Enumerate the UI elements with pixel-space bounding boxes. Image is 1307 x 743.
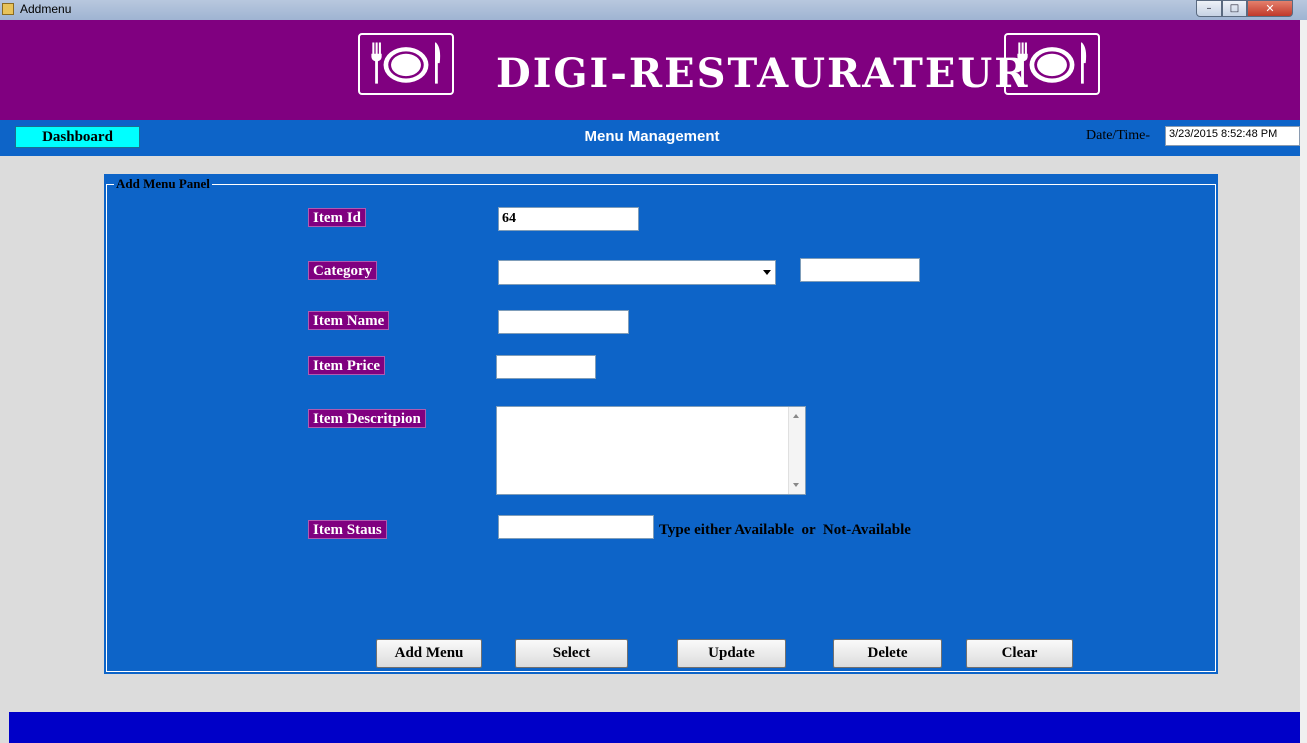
app-icon <box>2 3 14 15</box>
dashboard-button[interactable]: Dashboard <box>15 126 140 148</box>
select-button[interactable]: Select <box>515 639 628 668</box>
item-price-input[interactable] <box>496 355 596 379</box>
category-select[interactable] <box>498 260 776 285</box>
chevron-down-icon[interactable] <box>763 270 771 275</box>
add-menu-button[interactable]: Add Menu <box>376 639 482 668</box>
item-status-label: Item Staus <box>308 520 387 539</box>
scroll-down-icon[interactable] <box>793 483 799 487</box>
item-status-hint: Type either Available or Not-Available <box>659 522 911 538</box>
footer-bar <box>9 712 1300 743</box>
datetime-field[interactable]: 3/23/2015 8:52:48 PM <box>1165 126 1300 146</box>
plate-fork-knife-icon <box>358 33 454 95</box>
datetime-label: Date/Time- <box>1086 128 1151 143</box>
textarea-scrollbar[interactable] <box>788 407 805 494</box>
item-id-input[interactable]: 64 <box>498 207 639 231</box>
item-description-textarea[interactable] <box>496 406 806 495</box>
minimize-button[interactable]: – <box>1196 0 1222 17</box>
item-status-input[interactable] <box>498 515 654 539</box>
window-controls: – □ ✕ <box>1196 0 1293 17</box>
window-titlebar: Addmenu – □ ✕ <box>0 0 1307 20</box>
brand-title: DIGI-RESTAURATEUR <box>496 50 1030 97</box>
update-button[interactable]: Update <box>677 639 786 668</box>
scroll-up-icon[interactable] <box>793 414 799 418</box>
item-price-label: Item Price <box>308 356 386 375</box>
page-title: Menu Management <box>584 128 720 145</box>
maximize-button[interactable]: □ <box>1222 0 1247 17</box>
plate-fork-knife-icon <box>1004 33 1100 95</box>
close-button[interactable]: ✕ <box>1247 0 1293 17</box>
item-description-label: Item Descritpion <box>308 409 426 428</box>
window-title: Addmenu <box>20 2 72 16</box>
window-scrollbar[interactable] <box>1300 20 1307 743</box>
category-label: Category <box>308 261 378 280</box>
clear-button[interactable]: Clear <box>966 639 1073 668</box>
delete-button[interactable]: Delete <box>833 639 942 668</box>
item-name-input[interactable] <box>498 310 629 334</box>
category-extra-input[interactable] <box>800 258 920 282</box>
nav-bar: Dashboard Menu Management Date/Time- 3/2… <box>0 120 1300 156</box>
panel-legend: Add Menu Panel <box>114 176 212 192</box>
item-id-label: Item Id <box>308 208 366 227</box>
item-name-label: Item Name <box>308 311 390 330</box>
app-header: DIGI-RESTAURATEUR <box>0 20 1300 120</box>
